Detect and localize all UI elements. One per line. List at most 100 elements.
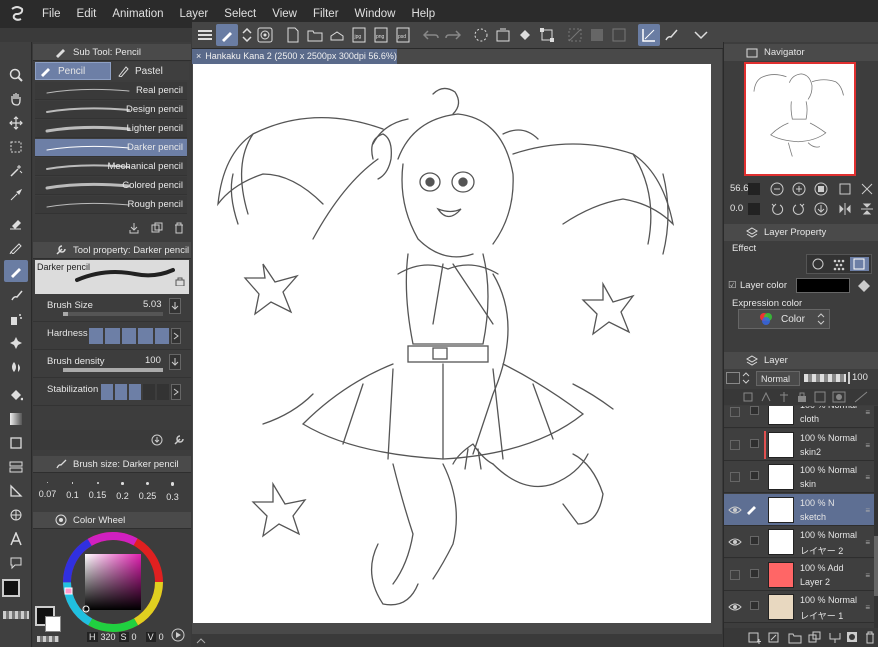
brush-size-option[interactable]: 0.15 (85, 474, 110, 506)
open-folder-icon[interactable] (304, 24, 326, 46)
layer-menu-icon[interactable]: ≡ (865, 506, 870, 515)
visibility-toggle[interactable] (730, 407, 740, 417)
lock-toggle[interactable] (750, 406, 759, 415)
visibility-toggle[interactable] (730, 569, 740, 580)
tab-pastel[interactable]: Pastel (113, 62, 189, 80)
layer-row[interactable]: 100 % Normal cloth ≡ (724, 406, 874, 428)
hardness-selector[interactable] (89, 328, 170, 344)
brush-size-option[interactable]: 0.3 (160, 474, 185, 506)
ruler-show-icon[interactable] (854, 391, 868, 403)
layer-row[interactable]: 100 % Add Layer 2 ≡ (724, 558, 874, 591)
layer-row[interactable]: 100 % N sketch ≡ (724, 493, 874, 526)
brush-item[interactable]: Colored pencil (35, 177, 187, 195)
chevron-down-icon[interactable] (690, 24, 712, 46)
trash-icon[interactable] (864, 631, 876, 644)
visibility-toggle[interactable] (730, 439, 740, 450)
menu-select[interactable]: Select (216, 8, 264, 20)
mask-icon[interactable] (832, 391, 846, 403)
chevron-right-icon[interactable] (171, 384, 181, 400)
lock-toggle[interactable] (750, 471, 759, 480)
export-psd-icon[interactable]: psd (392, 24, 414, 46)
lock-icon[interactable] (796, 391, 808, 403)
brush-density-value[interactable]: 100 (145, 355, 161, 366)
lock-transparency-icon[interactable] (814, 391, 826, 403)
spiral-icon[interactable] (254, 24, 276, 46)
menu-window[interactable]: Window (347, 8, 404, 20)
ruler-icon[interactable] (4, 480, 28, 502)
eyedropper-icon[interactable] (4, 184, 28, 206)
brush-item[interactable]: Design pencil (35, 101, 187, 119)
export-png-icon[interactable]: png (370, 24, 392, 46)
layer-row[interactable]: 100 % Normal skin2 ≡ (724, 428, 874, 461)
fit-icon[interactable] (814, 182, 828, 196)
save-icon[interactable] (326, 24, 348, 46)
invert-selection-icon[interactable] (586, 24, 608, 46)
move-icon[interactable] (4, 112, 28, 134)
lock-toggle[interactable] (750, 536, 759, 545)
menu-view[interactable]: View (264, 8, 305, 20)
deselect-icon[interactable] (564, 24, 586, 46)
flip-vertical-icon[interactable] (860, 202, 874, 216)
layer-row[interactable]: 100 % Normal レイヤー 1 ≡ (724, 591, 874, 623)
brush-size-option[interactable]: 0.1 (60, 474, 85, 506)
figure-icon[interactable] (4, 432, 28, 454)
layer-menu-icon[interactable]: ≡ (865, 408, 870, 417)
crop-icon[interactable] (608, 24, 630, 46)
lock-toggle[interactable] (750, 568, 759, 578)
close-icon[interactable]: × (196, 51, 201, 61)
blend-mode-dropdown[interactable]: Normal (756, 371, 800, 386)
layer-color-swatch[interactable] (796, 278, 850, 293)
loading-icon[interactable] (470, 24, 492, 46)
chevron-up-icon[interactable] (196, 636, 206, 645)
blend-icon[interactable] (4, 356, 28, 378)
hue-value[interactable]: 320 (101, 632, 116, 642)
decoration-icon[interactable] (4, 332, 28, 354)
layer-menu-icon[interactable]: ≡ (865, 603, 870, 612)
eye-icon[interactable] (728, 535, 742, 549)
layer-mode-icon[interactable] (726, 372, 740, 384)
saturation-value[interactable]: 0 (132, 632, 137, 642)
lock-icon[interactable] (175, 276, 185, 286)
fill-bucket-icon[interactable] (856, 278, 872, 294)
new-vector-layer-icon[interactable] (768, 631, 782, 644)
brush-item[interactable]: Real pencil (35, 82, 187, 100)
snap-ruler-icon[interactable] (638, 24, 660, 46)
layer-menu-icon[interactable]: ≡ (865, 473, 870, 482)
layer-color-effect-icon[interactable] (850, 257, 870, 271)
rotate-right-icon[interactable] (792, 202, 806, 216)
gradient-icon[interactable] (4, 408, 28, 430)
tab-pencil[interactable]: Pencil (35, 62, 111, 80)
eye-icon[interactable] (728, 600, 742, 614)
transparent-color-swatch[interactable] (3, 611, 29, 619)
brush-item[interactable]: Mechanical pencil (35, 158, 187, 176)
expression-color-dropdown[interactable]: Color (738, 309, 830, 329)
brush-size-slider[interactable] (63, 312, 163, 316)
frame-border-icon[interactable] (4, 456, 28, 478)
reference-icon[interactable] (760, 391, 772, 403)
brush-item[interactable]: Lighter pencil (35, 120, 187, 138)
navigator-preview[interactable] (744, 62, 856, 176)
brush-size-option[interactable]: 0.07 (35, 474, 60, 506)
layer-menu-icon[interactable]: ≡ (865, 538, 870, 547)
download-circle-icon[interactable] (151, 434, 163, 446)
rotate-slider[interactable] (748, 203, 760, 215)
pen-icon[interactable] (4, 236, 28, 258)
select-rect-icon[interactable] (4, 136, 28, 158)
brush-density-dropdown[interactable] (169, 354, 181, 370)
rotate-left-icon[interactable] (770, 202, 784, 216)
layer-scrollbar[interactable] (874, 406, 878, 630)
brush-size-option[interactable]: 0.25 (135, 474, 160, 506)
chevron-updown-icon[interactable] (742, 372, 750, 384)
play-circle-icon[interactable] (171, 628, 185, 642)
visibility-toggle[interactable] (730, 472, 740, 482)
duplicate-icon[interactable] (151, 222, 163, 234)
balloon-icon[interactable] (4, 552, 28, 574)
flip-horizontal-icon[interactable] (838, 202, 852, 216)
new-raster-layer-icon[interactable] (748, 631, 762, 644)
transfer-icon[interactable] (808, 631, 822, 644)
clear-icon[interactable] (492, 24, 514, 46)
transform-icon[interactable] (536, 24, 558, 46)
airbrush-icon[interactable] (4, 308, 28, 330)
brush-item[interactable]: Darker pencil (35, 139, 187, 157)
brush-item[interactable]: Rough pencil (35, 196, 187, 214)
